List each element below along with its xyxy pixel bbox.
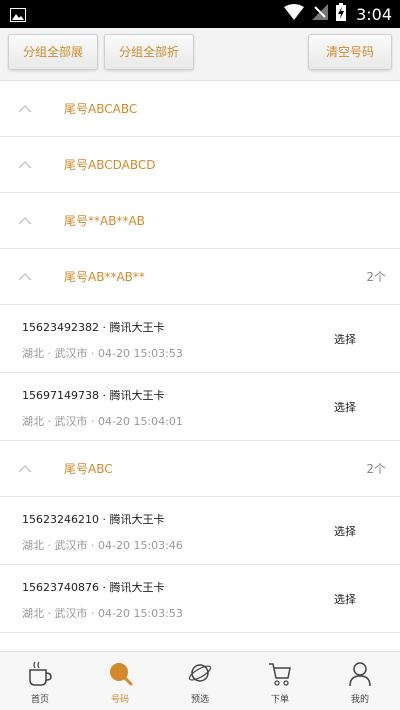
group-header[interactable]: 尾号ABC 2个 — [0, 441, 400, 497]
group-count: 2个 — [366, 462, 386, 476]
tab-label: 下单 — [270, 695, 289, 705]
tab-label: 预选 — [190, 695, 209, 705]
battery-charging-icon — [336, 3, 347, 25]
status-bar: 3:04 — [0, 0, 400, 28]
chevron-up-icon — [18, 99, 32, 118]
list-item[interactable]: 15623246210 · 腾讯大王卡 湖北 · 武汉市 · 04-20 15:… — [0, 497, 400, 565]
group-name: 尾号AB**AB** — [64, 270, 145, 284]
user-icon — [349, 662, 371, 687]
list-item[interactable]: 15697149738 · 腾讯大王卡 湖北 · 武汉市 · 04-20 15:… — [0, 373, 400, 441]
location-time: 湖北 · 武汉市 · 04-20 15:03:46 — [22, 539, 183, 552]
coffee-cup-icon — [29, 661, 52, 686]
select-button[interactable]: 选择 — [334, 523, 356, 539]
list-item[interactable]: 15623740876 · 腾讯大王卡 湖北 · 武汉市 · 04-20 15:… — [0, 565, 400, 633]
chevron-up-icon — [18, 459, 32, 478]
clock: 3:04 — [356, 4, 392, 24]
search-icon — [110, 663, 133, 686]
phone-number: 15697149738 · 腾讯大王卡 — [22, 389, 165, 402]
tab-label: 号码 — [110, 695, 129, 705]
toolbar: 分组全部展 分组全部折 清空号码 — [0, 28, 400, 81]
cart-icon — [269, 663, 291, 686]
tab-label: 首页 — [30, 695, 49, 705]
select-button[interactable]: 选择 — [334, 591, 356, 607]
group-header[interactable]: 尾号AB**AB** 2个 — [0, 249, 400, 305]
select-button[interactable]: 选择 — [334, 331, 356, 347]
group-name: 尾号**AB**AB — [64, 214, 145, 228]
location-time: 湖北 · 武汉市 · 04-20 15:03:53 — [22, 347, 183, 360]
wifi-icon — [284, 4, 305, 24]
group-header[interactable]: 尾号**AB**AB — [0, 193, 400, 249]
bottom-nav: 首页 号码 预选 下单 我的 — [0, 651, 400, 710]
no-signal-icon — [312, 4, 329, 24]
select-button[interactable]: 选择 — [334, 399, 356, 415]
chevron-up-icon — [18, 211, 32, 230]
group-header[interactable]: 尾号ABCABC — [0, 81, 400, 137]
location-time: 湖北 · 武汉市 · 04-20 15:03:53 — [22, 607, 183, 620]
phone-number: 15623740876 · 腾讯大王卡 — [22, 581, 165, 594]
group-count: 2个 — [366, 270, 386, 284]
phone-number: 15623492382 · 腾讯大王卡 — [22, 321, 165, 334]
collapse-all-groups-button[interactable]: 分组全部折 — [104, 34, 194, 70]
clear-numbers-button[interactable]: 清空号码 — [308, 34, 392, 70]
tab-numbers[interactable]: 号码 — [80, 652, 160, 710]
tab-mine[interactable]: 我的 — [320, 652, 400, 710]
group-header[interactable]: 尾号ABCDABCD — [0, 137, 400, 193]
group-name: 尾号ABCABC — [64, 102, 138, 116]
expand-all-groups-button[interactable]: 分组全部展 — [8, 34, 98, 70]
number-group-list: 尾号ABCABC 尾号ABCDABCD 尾号**AB**AB 尾号AB**AB*… — [0, 81, 400, 633]
location-time: 湖北 · 武汉市 · 04-20 15:04:01 — [22, 415, 183, 428]
chevron-up-icon — [18, 155, 32, 174]
image-notification-icon — [10, 7, 26, 26]
tab-preselect[interactable]: 预选 — [160, 652, 240, 710]
planet-icon — [188, 664, 212, 682]
tab-label: 我的 — [350, 695, 369, 705]
phone-number: 15623246210 · 腾讯大王卡 — [22, 513, 165, 526]
tab-home[interactable]: 首页 — [0, 652, 80, 710]
chevron-up-icon — [18, 267, 32, 286]
list-item[interactable]: 15623492382 · 腾讯大王卡 湖北 · 武汉市 · 04-20 15:… — [0, 305, 400, 373]
group-name: 尾号ABC — [64, 462, 113, 476]
tab-order[interactable]: 下单 — [240, 652, 320, 710]
group-name: 尾号ABCDABCD — [64, 158, 156, 172]
